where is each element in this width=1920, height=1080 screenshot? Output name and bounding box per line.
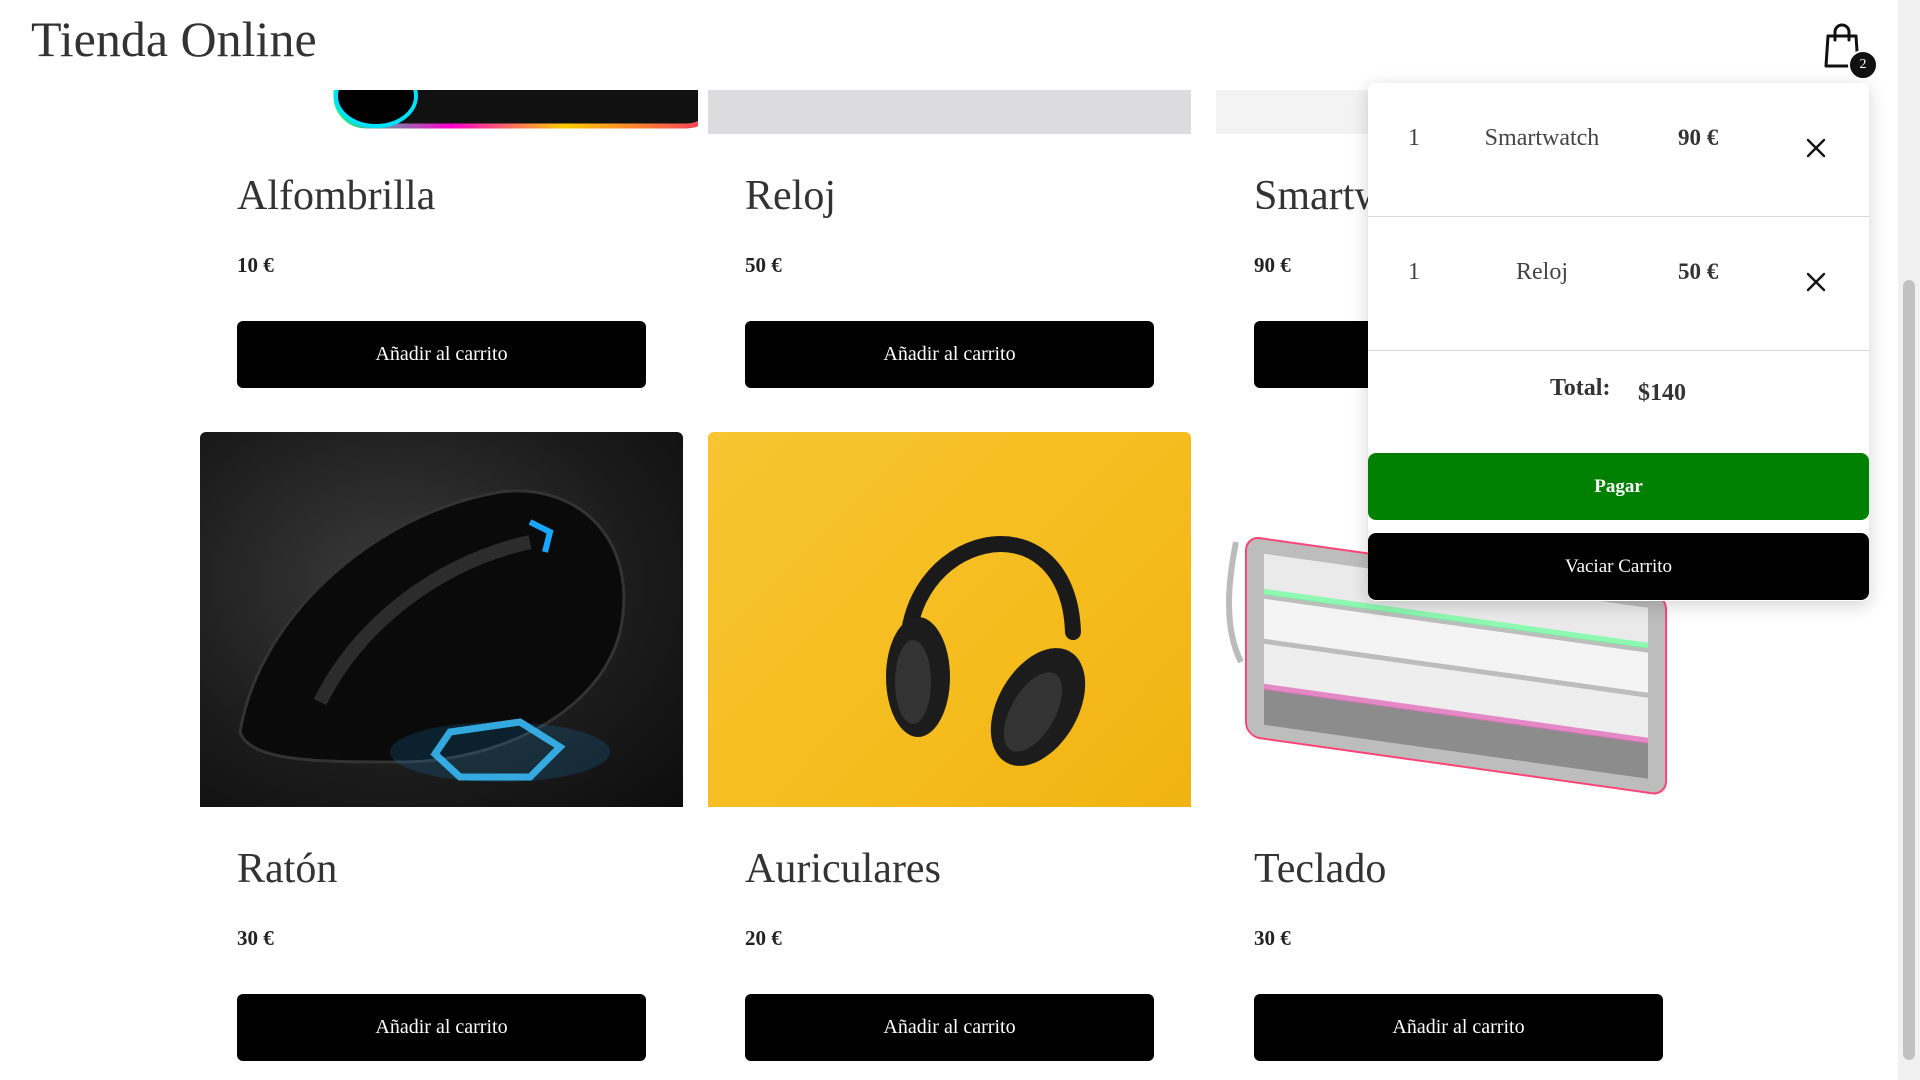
pay-button[interactable]: Pagar [1368, 453, 1869, 520]
product-name: Reloj [745, 173, 836, 219]
mouse-image [238, 489, 626, 782]
add-to-cart-button[interactable]: Añadir al carrito [237, 321, 646, 388]
headphones-image [886, 536, 1086, 766]
product-image-raton [200, 432, 683, 807]
product-price: 10 € [237, 253, 274, 277]
cart-item-price: 90 € [1678, 125, 1719, 150]
cart-total-label: Total: [1550, 375, 1611, 401]
store-title: Tienda Online [31, 11, 317, 67]
scrollbar-track[interactable] [1898, 0, 1920, 1080]
add-to-cart-button[interactable]: Añadir al carrito [237, 994, 646, 1061]
cart-total-value: $140 [1638, 380, 1686, 406]
cart-item: 1 Reloj 50 € [1368, 217, 1869, 351]
cart-dropdown: 1 Smartwatch 90 € 1 Reloj 50 € Total: $1… [1368, 83, 1869, 601]
add-to-cart-button[interactable]: Añadir al carrito [745, 994, 1154, 1061]
product-price: 20 € [745, 926, 782, 950]
cart-item-quantity: 1 [1408, 259, 1420, 285]
empty-cart-button[interactable]: Vaciar Carrito [1368, 533, 1869, 600]
close-icon [1806, 138, 1826, 158]
cart-item-price: 50 € [1678, 259, 1719, 284]
add-to-cart-button[interactable]: Añadir al carrito [745, 321, 1154, 388]
product-price: 50 € [745, 253, 782, 277]
add-to-cart-button[interactable]: Añadir al carrito [1254, 994, 1663, 1061]
product-price: 90 € [1254, 253, 1291, 277]
product-price: 30 € [237, 926, 274, 950]
product-image-auriculares [708, 432, 1191, 807]
product-price: 30 € [1254, 926, 1291, 950]
product-name: Alfombrilla [237, 173, 436, 219]
cart-item-quantity: 1 [1408, 125, 1420, 151]
remove-item-button[interactable] [1801, 267, 1831, 297]
cart-count-badge: 2 [1848, 50, 1878, 80]
cart-item-name: Smartwatch [1484, 125, 1600, 151]
product-name: Auriculares [745, 846, 941, 892]
product-name: Teclado [1254, 846, 1387, 892]
cart-item: 1 Smartwatch 90 € [1368, 83, 1869, 217]
remove-item-button[interactable] [1801, 133, 1831, 163]
close-icon [1806, 272, 1826, 292]
product-name: Ratón [237, 846, 338, 892]
header: Tienda Online 2 [0, 0, 1898, 90]
scrollbar-thumb[interactable] [1903, 280, 1915, 1060]
cart-button[interactable]: 2 [1818, 20, 1878, 82]
cart-item-name: Reloj [1516, 259, 1568, 285]
